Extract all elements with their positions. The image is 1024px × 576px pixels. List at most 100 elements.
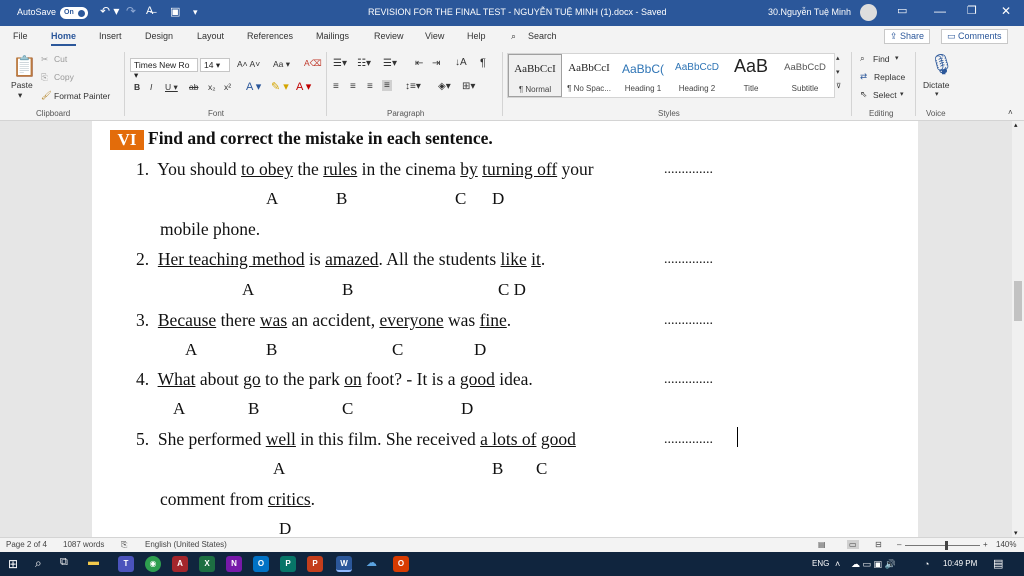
input-language[interactable]: ENG — [812, 559, 829, 568]
justify-icon[interactable]: ≡ — [382, 80, 392, 91]
cut-button[interactable]: Cut — [54, 54, 67, 64]
shading-icon[interactable]: ◈▾ — [438, 81, 451, 92]
excel-icon[interactable]: X — [199, 556, 215, 572]
paste-icon[interactable]: 📋 — [12, 54, 37, 79]
decrease-indent-icon[interactable]: ⇤ — [415, 58, 423, 69]
show-formatting-icon[interactable]: ¶ — [480, 57, 486, 69]
microphone-icon[interactable]: 🎙 — [929, 52, 954, 77]
style-normal[interactable]: AaBbCcI ¶ Normal — [508, 54, 562, 97]
redo-icon[interactable]: ↷ — [126, 4, 136, 18]
answer-blank-3[interactable]: .............. — [664, 313, 713, 329]
bullets-icon[interactable]: ☰▾ — [333, 58, 347, 69]
vertical-scrollbar[interactable]: ▴ ▾ — [1012, 121, 1024, 537]
proofing-icon[interactable]: ⎘ — [121, 540, 127, 550]
scrollbar-thumb[interactable] — [1014, 281, 1022, 321]
clock[interactable]: 10:49 PM — [943, 559, 977, 568]
answer-blank-5[interactable]: .............. — [664, 432, 713, 448]
windows-start-icon[interactable]: ⊞ — [8, 557, 18, 571]
minimize-icon[interactable]: — — [934, 4, 946, 18]
format-icon[interactable]: A̶ — [146, 5, 153, 17]
font-name-select[interactable]: Times New Ro ▾ — [130, 58, 198, 80]
font-color-icon[interactable]: A ▾ — [296, 80, 311, 93]
onedrive-icon[interactable]: ☁ — [366, 556, 377, 569]
page-count[interactable]: Page 2 of 4 — [6, 540, 47, 549]
find-button[interactable]: Find — [873, 54, 890, 64]
strikethrough-icon[interactable]: ab — [189, 82, 198, 92]
format-painter-icon[interactable]: 🖌 — [41, 90, 52, 101]
style-title[interactable]: AaB Title — [724, 54, 778, 97]
sort-icon[interactable]: ↓A — [455, 57, 467, 68]
notification-area-icons[interactable]: ☁ ▭ ▣ 🔊 — [851, 559, 896, 570]
undo-icon[interactable]: ↶ ▾ — [100, 4, 119, 18]
tab-insert[interactable]: Insert — [99, 31, 122, 41]
numbering-icon[interactable]: ☷▾ — [357, 58, 371, 69]
styles-scroll-up-icon[interactable]: ▴ — [836, 54, 840, 62]
avatar[interactable] — [860, 4, 877, 21]
word-icon[interactable]: W — [336, 556, 352, 572]
clear-formatting-icon[interactable]: A⌫ — [304, 58, 322, 69]
chrome-icon[interactable]: ◉ — [145, 556, 161, 572]
style-heading-2[interactable]: AaBbCcD Heading 2 — [670, 54, 724, 97]
tab-home[interactable]: Home — [51, 31, 77, 46]
web-layout-icon[interactable]: ⊟ — [875, 540, 882, 549]
select-button[interactable]: Select — [873, 90, 897, 100]
paste-button[interactable]: Paste — [11, 80, 33, 90]
restore-icon[interactable]: ❐ — [967, 4, 977, 17]
styles-scroll-down-icon[interactable]: ▾ — [836, 68, 840, 76]
copy-button[interactable]: Copy — [54, 72, 74, 82]
select-dropdown-icon[interactable]: ▾ — [900, 90, 904, 98]
zoom-out-icon[interactable]: – — [897, 540, 901, 549]
office-icon[interactable]: O — [393, 556, 409, 572]
paste-dropdown-icon[interactable]: ▾ — [18, 90, 22, 101]
align-left-icon[interactable]: ≡ — [333, 81, 339, 92]
tab-view[interactable]: View — [425, 31, 444, 41]
tab-help[interactable]: Help — [467, 31, 486, 41]
outlook-icon[interactable]: O — [253, 556, 269, 572]
document-page[interactable]: VI Find and correct the mistake in each … — [92, 121, 918, 537]
increase-indent-icon[interactable]: ⇥ — [432, 58, 440, 69]
tab-layout[interactable]: Layout — [197, 31, 224, 41]
font-size-select[interactable]: 14 ▾ — [200, 58, 230, 72]
dictate-button[interactable]: Dictate — [923, 80, 949, 90]
tab-file[interactable]: File — [13, 31, 28, 41]
bold-icon[interactable]: B — [134, 82, 140, 92]
task-view-icon[interactable]: ⧉ — [60, 556, 68, 569]
language[interactable]: English (United States) — [145, 540, 227, 549]
answer-blank-2[interactable]: .............. — [664, 252, 713, 268]
show-hidden-icon[interactable]: ˄ — [835, 559, 840, 569]
align-right-icon[interactable]: ≡ — [367, 81, 373, 92]
onenote-icon[interactable]: N — [226, 556, 242, 572]
search-icon[interactable]: ⌕ — [511, 31, 516, 42]
text-effects-icon[interactable]: A ▾ — [246, 80, 261, 93]
copy-icon[interactable]: ⎘ — [41, 72, 48, 83]
select-icon[interactable]: ⇖ — [860, 89, 867, 100]
zoom-slider-knob[interactable] — [945, 541, 948, 550]
customize-toolbar-icon[interactable]: ▾ — [193, 7, 198, 18]
tab-references[interactable]: References — [247, 31, 293, 41]
style-no-spacing[interactable]: AaBbCcI ¶ No Spac... — [562, 54, 616, 97]
styles-more-icon[interactable]: ⊽ — [836, 82, 841, 90]
replace-button[interactable]: Replace — [874, 72, 905, 82]
scroll-up-icon[interactable]: ▴ — [1014, 121, 1018, 129]
style-heading-1[interactable]: AaBbC(Heading 1 — [616, 54, 670, 97]
scroll-down-icon[interactable]: ▾ — [1014, 529, 1018, 537]
file-explorer-icon[interactable]: ▬ — [88, 556, 99, 568]
dictate-dropdown-icon[interactable]: ▾ — [935, 90, 939, 98]
publisher-icon[interactable]: P — [280, 556, 296, 572]
powerpoint-icon[interactable]: P — [307, 556, 323, 572]
action-center-icon[interactable]: ▤ — [993, 557, 1003, 570]
search-icon[interactable]: ⌕ — [35, 556, 42, 571]
share-button[interactable]: ⇪ Share — [884, 29, 931, 44]
zoom-in-icon[interactable]: + — [983, 540, 988, 549]
answer-blank-1[interactable]: .............. — [664, 162, 713, 178]
line-spacing-icon[interactable]: ↕≡▾ — [405, 81, 421, 92]
cut-icon[interactable]: ✂ — [41, 54, 48, 65]
change-case-icon[interactable]: Aa ▾ — [273, 59, 290, 70]
document-title[interactable]: REVISION FOR THE FINAL TEST - NGUYỄN TUỆ… — [368, 7, 667, 17]
access-icon[interactable]: A — [172, 556, 188, 572]
touch-mode-icon[interactable]: ▣ — [170, 5, 180, 18]
underline-icon[interactable]: U ▾ — [165, 82, 178, 93]
wifi-icon[interactable]: ◔ — [924, 559, 929, 569]
tab-mailings[interactable]: Mailings — [316, 31, 349, 41]
zoom-slider[interactable] — [905, 545, 980, 546]
